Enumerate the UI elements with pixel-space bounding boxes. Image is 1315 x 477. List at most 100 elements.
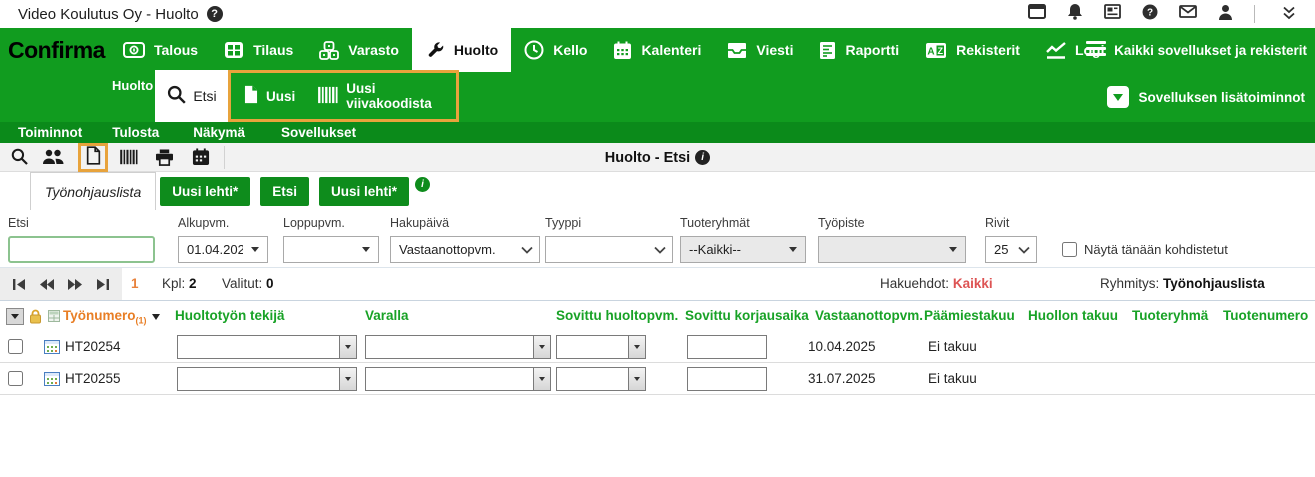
nav-item-kello[interactable]: Kello (511, 28, 600, 72)
row-calendar-icon[interactable] (44, 339, 60, 358)
column-varalla[interactable]: Varalla (365, 301, 409, 331)
rivit-select[interactable]: 25 (985, 236, 1037, 263)
pager (0, 268, 122, 300)
combo-arrow-icon[interactable] (533, 336, 550, 358)
module-search-button[interactable]: Etsi (155, 70, 228, 122)
prev-page-icon[interactable] (39, 278, 55, 291)
work-number[interactable]: HT20255 (65, 363, 121, 395)
page-title-text: Huolto - Etsi (605, 150, 690, 166)
tabs-info-icon[interactable]: i (415, 177, 430, 192)
info-icon[interactable]: i (695, 150, 710, 165)
tyyppi-select[interactable] (545, 236, 673, 263)
news-icon[interactable] (1104, 4, 1121, 24)
svg-text:Z: Z (938, 46, 944, 56)
search-criteria-value[interactable]: Kaikki (953, 276, 993, 291)
combo-arrow-icon[interactable] (628, 368, 645, 390)
sovittu-huoltopvm-combo[interactable] (556, 367, 646, 391)
column-tuoteryhma[interactable]: Tuoteryhmä (1132, 301, 1208, 331)
help-badge-icon[interactable]: ? (207, 6, 223, 22)
toolbar-calendar-icon[interactable] (192, 148, 210, 171)
new-from-barcode-button[interactable]: Uusi viivakoodista (317, 81, 456, 111)
work-number[interactable]: HT20254 (65, 331, 121, 363)
column-tyonumero[interactable]: Työnumero(1) (63, 301, 160, 331)
toolbar-print-icon[interactable] (155, 149, 174, 171)
dropdown-arrow-icon[interactable] (781, 247, 805, 252)
tekija-combo[interactable] (177, 335, 357, 359)
dropdown-icon (1107, 86, 1129, 108)
combo-arrow-icon[interactable] (339, 336, 356, 358)
sovittu-huoltopvm-combo[interactable] (556, 335, 646, 359)
nav-item-talous[interactable]: Talous (110, 28, 211, 72)
nav-item-viesti[interactable]: Viesti (714, 28, 806, 72)
etsi-filter-input[interactable] (10, 238, 153, 261)
toolbar-search-icon[interactable] (10, 147, 29, 171)
all-apps-button[interactable]: Kaikki sovellukset ja rekisterit (1086, 28, 1307, 72)
column-huoltotyon-tekija[interactable]: Huoltotyön tekijä (175, 301, 285, 331)
nav-item-raportti[interactable]: Raportti (806, 28, 912, 72)
svg-text:?: ? (1147, 7, 1153, 18)
tuoteryhmat-select[interactable]: --Kaikki-- (680, 236, 806, 263)
row-calendar-icon[interactable] (44, 371, 60, 390)
toolbar-barcode-icon[interactable] (119, 149, 139, 170)
row-checkbox[interactable] (8, 339, 23, 354)
combo-arrow-icon[interactable] (339, 368, 356, 390)
tekija-combo[interactable] (177, 367, 357, 391)
mail-icon[interactable] (1179, 5, 1197, 23)
varalla-combo[interactable] (365, 335, 551, 359)
app-extras-button[interactable]: Sovelluksen lisätoiminnot (1107, 72, 1305, 122)
count-selected: Valitut: 0 (222, 276, 274, 291)
show-today-checkbox[interactable] (1062, 242, 1077, 257)
menu-tulosta[interactable]: Tulosta (112, 125, 159, 140)
row-checkbox[interactable] (8, 371, 23, 386)
last-page-icon[interactable] (96, 278, 110, 291)
column-tuotenumero[interactable]: Tuotenumero (1223, 301, 1308, 331)
inbox-icon (727, 42, 747, 59)
dropdown-arrow-icon[interactable] (354, 247, 378, 252)
next-page-icon[interactable] (67, 278, 83, 291)
combo-arrow-icon[interactable] (533, 368, 550, 390)
dropdown-arrow-icon[interactable] (243, 247, 267, 252)
menu-sovellukset[interactable]: Sovellukset (281, 125, 356, 140)
window-icon[interactable] (1028, 4, 1046, 24)
alkupvm-datepicker[interactable]: 01.04.2025 (178, 236, 268, 263)
column-vastaanottopvm[interactable]: Vastaanottopvm. (815, 301, 923, 331)
toolbar-people-icon[interactable] (42, 149, 65, 170)
bell-icon[interactable] (1067, 3, 1083, 25)
toolbar-new-highlight[interactable] (78, 143, 108, 172)
nav-item-kalenteri[interactable]: Kalenteri (600, 28, 714, 72)
korjausaika-input[interactable] (687, 335, 767, 359)
chevron-down-icon (515, 246, 539, 254)
nav-item-varasto[interactable]: Varasto (306, 28, 412, 72)
combo-arrow-icon[interactable] (628, 336, 645, 358)
first-page-icon[interactable] (12, 278, 26, 291)
collapse-chevrons-icon[interactable] (1281, 5, 1297, 26)
vastaanottopvm-value: 31.07.2025 (808, 363, 876, 395)
lock-icon[interactable] (29, 309, 42, 327)
nav-item-rekisterit[interactable]: AZ Rekisterit (912, 28, 1033, 72)
help-icon[interactable]: ? (1142, 4, 1158, 25)
tyyppi-label: Tyyppi (545, 216, 673, 230)
tab-tyonohjauslista[interactable]: Työnohjauslista (30, 172, 156, 210)
column-huollon-takuu[interactable]: Huollon takuu (1028, 301, 1118, 331)
nav-item-huolto[interactable]: Huolto (412, 28, 511, 72)
menu-toiminnot[interactable]: Toiminnot (18, 125, 82, 140)
column-sovittu-korjausaika[interactable]: Sovittu korjausaika (685, 301, 809, 331)
hakupaiva-select[interactable]: Vastaanottopvm. (390, 236, 540, 263)
new-sheet-button-1[interactable]: Uusi lehti* (160, 177, 250, 206)
dropdown-arrow-icon[interactable] (941, 247, 965, 252)
new-button[interactable]: Uusi (243, 85, 295, 107)
group-grid-icon[interactable] (48, 310, 60, 325)
etsi-button[interactable]: Etsi (260, 177, 309, 206)
nav-item-tilaus[interactable]: Tilaus (211, 28, 306, 72)
user-icon[interactable] (1218, 4, 1233, 25)
column-sovittu-huoltopvm[interactable]: Sovittu huoltopvm. (556, 301, 678, 331)
menu-nakyma[interactable]: Näkymä (193, 125, 245, 140)
current-page[interactable]: 1 (131, 276, 139, 291)
column-paamiestakuu[interactable]: Päämiestakuu (924, 301, 1015, 331)
tyopiste-select[interactable] (818, 236, 966, 263)
varalla-combo[interactable] (365, 367, 551, 391)
new-sheet-button-2[interactable]: Uusi lehti* (319, 177, 409, 206)
header-dropdown-icon[interactable] (6, 308, 24, 325)
korjausaika-input[interactable] (687, 367, 767, 391)
loppupvm-datepicker[interactable] (283, 236, 379, 263)
